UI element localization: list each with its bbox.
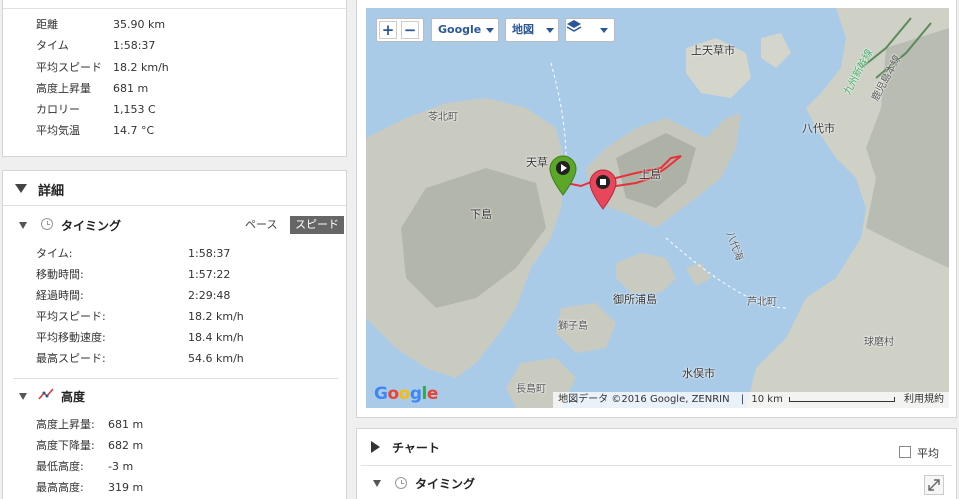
summary-card: 距離 35.90 km タイム 1:58:37 平均スピード 18.2 km/h 高度…: [2, 0, 347, 157]
average-label: 平均: [917, 447, 939, 460]
pace-toggle[interactable]: ペース: [240, 216, 282, 234]
map-label-shishijima: 獅子島: [558, 321, 588, 332]
timing-label: 経過時間:: [36, 289, 84, 302]
chart-title: チャート: [392, 441, 440, 455]
chart-timing-title: タイミング: [415, 477, 476, 491]
clock-icon: [41, 218, 53, 230]
end-marker-icon[interactable]: [588, 168, 618, 210]
start-marker-icon[interactable]: [548, 154, 578, 196]
map-label-nagashima: 長島町: [516, 384, 546, 395]
fullscreen-icon[interactable]: [924, 475, 944, 495]
summary-label: 距離: [36, 18, 58, 31]
provider-label: Google: [438, 23, 482, 36]
summary-value: 14.7 °C: [113, 124, 155, 137]
map-label-goshoura: 御所浦島: [613, 293, 657, 306]
speed-toggle[interactable]: スピード: [290, 216, 344, 234]
map-label-yatsushiro: 八代市: [802, 122, 835, 135]
terms-link[interactable]: 利用規約: [904, 394, 944, 405]
layers-dropdown[interactable]: [565, 18, 615, 42]
map-attribution-bar: 地図データ ©2016 Google, ZENRIN | 10 km 利用規約: [553, 392, 949, 408]
elevation-value: 681 m: [108, 418, 144, 431]
elevation-value: 682 m: [108, 439, 144, 452]
timing-value: 18.4 km/h: [188, 331, 244, 344]
chart-card: チャート 平均 タイミング: [356, 428, 957, 499]
summary-value: 1:58:37: [113, 39, 156, 52]
chevron-down-icon: [546, 28, 554, 33]
timing-value: 2:29:48: [188, 289, 231, 302]
elevation-value: 319 m: [108, 481, 144, 494]
summary-divider: [3, 8, 346, 9]
summary-value: 681 m: [113, 82, 149, 95]
map-label-kamiamakusa: 上天草市: [691, 44, 735, 57]
timing-label: タイム:: [36, 247, 73, 260]
zoom-controls: + −: [376, 18, 424, 42]
summary-value: 1,153 C: [113, 103, 156, 116]
timing-value: 1:58:37: [188, 247, 231, 260]
map-label-minamata: 水俣市: [682, 367, 715, 380]
clock-icon: [395, 477, 407, 489]
timing-label: 平均スピード:: [36, 310, 106, 323]
elevation-title: 高度: [61, 390, 86, 404]
timing-value: 18.2 km/h: [188, 310, 244, 323]
summary-label: タイム: [36, 39, 69, 52]
timing-collapse-icon[interactable]: [373, 480, 381, 487]
timing-label: 移動時間:: [36, 268, 84, 281]
map-label-ashikita: 芦北町: [747, 297, 777, 308]
timing-value: 1:57:22: [188, 268, 231, 281]
provider-dropdown[interactable]: Google: [431, 18, 499, 42]
map-label-amakusa: 天草: [526, 156, 548, 169]
timing-label: 最高スピード:: [36, 352, 106, 365]
elevation-icon: [38, 388, 54, 400]
summary-value: 18.2 km/h: [113, 61, 169, 74]
summary-label: カロリー: [36, 103, 80, 116]
map-card: 上天草市 八代市 苓北町 天草 下島 上島 御所浦島 獅子島 芦北町 水俣市 長…: [356, 0, 957, 418]
attribution-text: 地図データ ©2016 Google, ZENRIN: [558, 394, 730, 405]
timing-value: 54.6 km/h: [188, 352, 244, 365]
section-divider: [13, 378, 338, 379]
details-header[interactable]: 詳細: [3, 171, 346, 206]
average-checkbox[interactable]: [899, 446, 911, 458]
elevation-collapse-icon[interactable]: [19, 393, 27, 400]
google-logo: Google: [374, 384, 438, 404]
map-label-reihoku: 苓北町: [428, 112, 458, 123]
summary-value: 35.90 km: [113, 18, 166, 31]
left-panel: 距離 35.90 km タイム 1:58:37 平均スピード 18.2 km/h 高度…: [0, 0, 349, 499]
scale-label: 10 km: [751, 394, 783, 405]
summary-label: 平均気温: [36, 124, 80, 137]
timing-label: 平均移動速度:: [36, 331, 106, 344]
timing-collapse-icon[interactable]: [19, 222, 27, 229]
elevation-label: 最低高度:: [36, 460, 84, 473]
expand-triangle-icon[interactable]: [371, 441, 380, 453]
elevation-label: 高度上昇量:: [36, 418, 95, 431]
layers-icon: [566, 20, 582, 32]
collapse-triangle-icon[interactable]: [15, 184, 27, 193]
scale-bar: [788, 396, 895, 402]
elevation-label: 最高高度:: [36, 481, 84, 494]
summary-label: 平均スピード: [36, 61, 102, 74]
map-label-kuma: 球磨村: [864, 337, 894, 348]
timing-title: タイミング: [61, 219, 122, 233]
elevation-label: 高度下降量:: [36, 439, 95, 452]
chevron-down-icon: [600, 28, 608, 33]
route-map[interactable]: 上天草市 八代市 苓北町 天草 下島 上島 御所浦島 獅子島 芦北町 水俣市 長…: [366, 8, 949, 408]
map-type-label: 地図: [512, 23, 534, 36]
details-card: 詳細 タイミング ペース スピード タイム: 1:58:37 移動時間: 1:57:…: [2, 170, 347, 499]
zoom-in-button[interactable]: +: [379, 21, 397, 39]
map-type-dropdown[interactable]: 地図: [505, 18, 559, 42]
summary-label: 高度上昇量: [36, 82, 91, 95]
zoom-out-button[interactable]: −: [401, 21, 419, 39]
map-label-shimoshima: 下島: [470, 208, 492, 221]
section-divider: [361, 465, 952, 466]
details-title: 詳細: [38, 184, 65, 199]
elevation-value: -3 m: [108, 460, 134, 473]
map-label-kamishima: 上島: [639, 168, 661, 181]
chevron-down-icon: [486, 28, 494, 33]
